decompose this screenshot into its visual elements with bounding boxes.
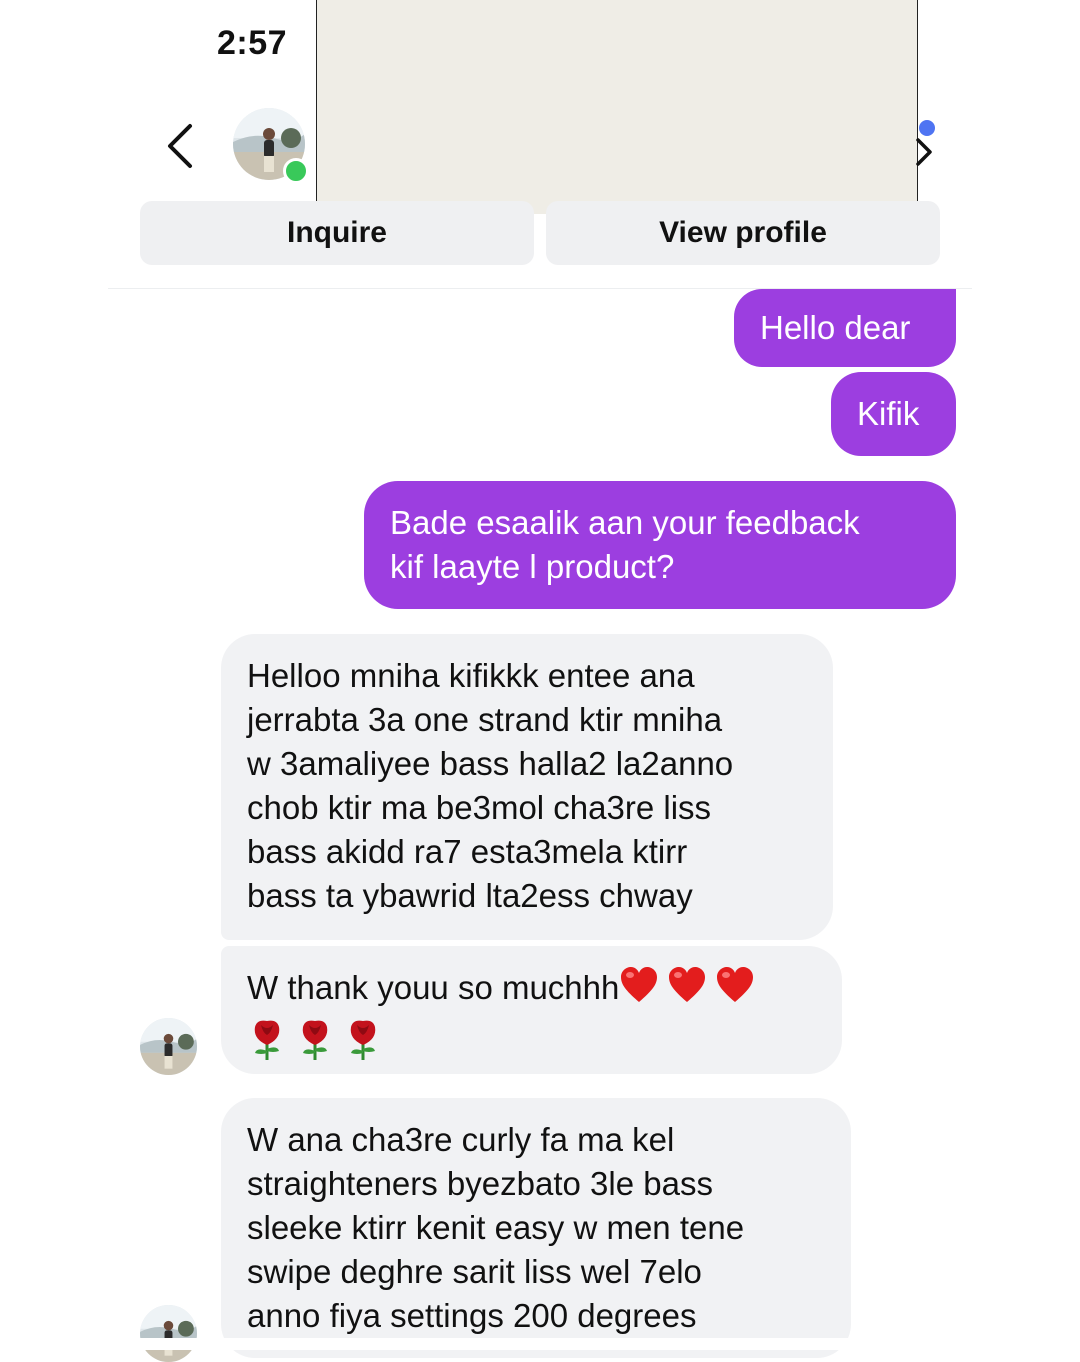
message-text: jerrabta 3a one strand ktir mniha [247, 701, 723, 738]
message-text: anno fiya settings 200 degrees [247, 1297, 697, 1334]
view-profile-button[interactable]: View profile [546, 201, 940, 265]
message-text: bass akidd ra7 esta3mela ktirr [247, 833, 688, 870]
message-text: w 3amaliyee bass halla2 la2anno [247, 745, 734, 782]
message-text: sleeke ktirr kenit easy w men tene [247, 1209, 745, 1246]
message-text: W ana cha3re curly fa ma kel [247, 1121, 675, 1158]
message-text: Helloo mniha kifikkk entee ana [247, 657, 695, 694]
incoming-message[interactable]: W thank youu so muchhh [221, 946, 842, 1074]
avatar-photo [140, 1305, 197, 1362]
info-button[interactable] [910, 130, 940, 170]
message-text: bass ta ybawrid lta2ess chway [247, 877, 693, 914]
message-text: swipe deghre sarit liss wel 7elo [247, 1253, 702, 1290]
heart-icon [715, 966, 755, 1015]
outgoing-message[interactable]: Bade esaalik aan your feedback kif laayt… [364, 481, 956, 609]
message-text: Kifik [857, 395, 920, 432]
rose-icon [247, 1017, 287, 1072]
incoming-message[interactable]: Helloo mniha kifikkk entee ana jerrabta … [221, 634, 833, 940]
rose-icon [295, 1017, 335, 1072]
outgoing-message[interactable]: Hello dear [734, 289, 956, 367]
sender-avatar[interactable] [140, 1018, 197, 1075]
heart-icon [619, 966, 659, 1015]
avatar-photo [140, 1018, 197, 1075]
message-text: straighteners byezbato 3le bass [247, 1165, 713, 1202]
unread-indicator-dot [919, 120, 935, 136]
chevron-left-icon [168, 124, 192, 168]
message-text: Hello dear [760, 309, 911, 346]
status-time: 2:57 [217, 24, 288, 62]
message-text: Bade esaalik aan your feedback [390, 504, 860, 541]
message-text: chob ktir ma be3mol cha3re liss [247, 789, 712, 826]
emoji-row [247, 1017, 816, 1072]
message-text: kif laayte l product? [390, 548, 675, 585]
back-button[interactable] [160, 118, 204, 174]
message-text-part: W thank youu so muchhh [247, 969, 620, 1007]
incoming-message[interactable]: W ana cha3re curly fa ma kel straightene… [221, 1098, 851, 1358]
redacted-contact-name [316, 0, 918, 214]
inquire-button[interactable]: Inquire [140, 201, 534, 265]
online-status-dot [283, 158, 309, 184]
outgoing-message[interactable]: Kifik [831, 372, 956, 456]
chevron-right-icon [916, 138, 932, 166]
heart-icon [667, 966, 707, 1015]
bottom-edge [0, 1338, 1080, 1350]
sender-avatar[interactable] [140, 1305, 197, 1362]
rose-icon [343, 1017, 383, 1072]
message-text: W thank youu so muchhh [247, 966, 816, 1015]
